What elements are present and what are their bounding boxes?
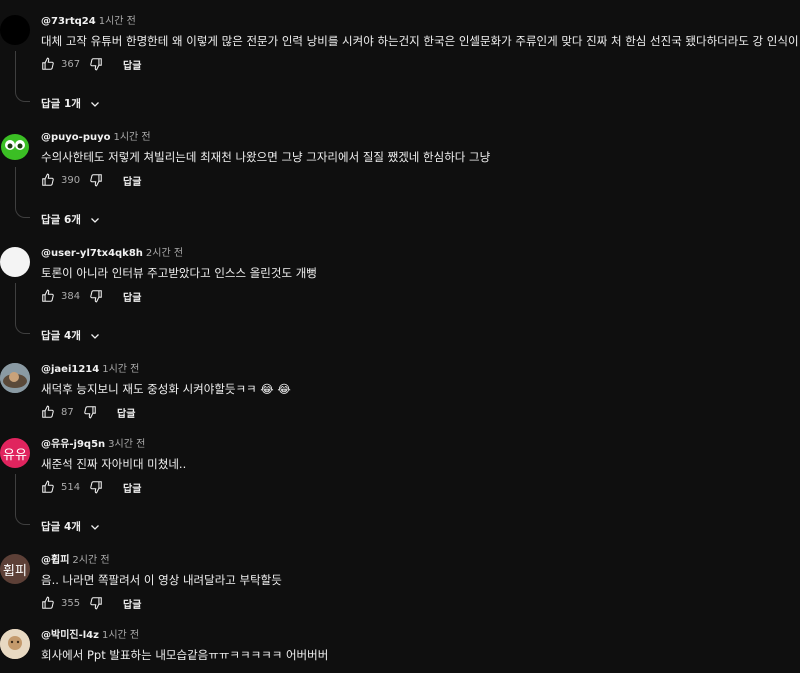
thumbs-up-icon (42, 173, 54, 186)
view-replies-button[interactable]: 답글 1개 (41, 96, 101, 111)
dislike-button[interactable] (89, 596, 103, 610)
comment-time[interactable]: 3시간 전 (108, 439, 145, 450)
like-count: 367 (61, 58, 81, 70)
reply-button[interactable]: 답글 (123, 480, 141, 495)
thumbs-down-icon (90, 481, 102, 494)
chevron-down-icon (91, 524, 99, 530)
author-name[interactable]: @박미진-l4z (41, 630, 99, 641)
comment-text: 토론이 아니라 인터뷰 주고받았다고 인스스 올린것도 개뻥 (41, 266, 317, 280)
dislike-button[interactable] (89, 173, 103, 187)
like-count: 384 (61, 290, 81, 302)
comment-actions: 355 답글 (41, 594, 141, 612)
photo-avatar-icon (0, 363, 30, 393)
comment-actions: 514 답글 (41, 478, 141, 496)
thumbs-down-icon (90, 174, 102, 187)
thumbs-up-icon (42, 405, 54, 418)
reply-button[interactable]: 답글 (123, 596, 141, 611)
chevron-down-icon (91, 217, 99, 223)
replies-count: 답글 4개 (41, 330, 81, 342)
green-blob-avatar-icon (1, 134, 29, 160)
author-name[interactable]: @jaei1214 (41, 364, 99, 375)
like-count: 390 (61, 174, 81, 186)
comment-meta: @puyo-puyo 1시간 전 (41, 131, 151, 145)
author-name[interactable]: @유유-j9q5n (41, 439, 105, 450)
avatar[interactable] (0, 363, 30, 393)
thumbs-down-icon (90, 58, 102, 71)
like-button[interactable]: 367 (41, 57, 81, 71)
thumbs-down-icon (90, 290, 102, 303)
comment-meta: @user-yl7tx4qk8h 2시간 전 (41, 247, 183, 261)
dislike-button[interactable] (89, 57, 103, 71)
comment-text: 음.. 나라면 쪽팔려서 이 영상 내려달라고 부탁할듯 (41, 573, 282, 587)
author-name[interactable]: @puyo-puyo (41, 132, 110, 143)
thumbs-up-icon (42, 480, 54, 493)
comment-text: 새준석 진짜 자아비대 미쳤네.. (41, 457, 187, 471)
dislike-button[interactable] (83, 405, 97, 419)
thumbs-up-icon (42, 596, 54, 609)
reply-button[interactable]: 답글 (123, 289, 141, 304)
thread-line (15, 51, 30, 102)
avatar[interactable] (0, 15, 30, 45)
comment-time[interactable]: 1시간 전 (102, 630, 139, 641)
thumbs-up-icon (42, 289, 54, 302)
view-replies-button[interactable]: 답글 4개 (41, 328, 101, 343)
chevron-down-icon (91, 101, 99, 107)
comment-actions: 367 답글 (41, 55, 141, 73)
comment-meta: @휩피 2시간 전 (41, 554, 110, 568)
thumbs-up-icon (42, 57, 54, 70)
like-button[interactable]: 87 (41, 405, 75, 419)
thread-line (15, 474, 30, 525)
photo-avatar-icon (0, 629, 30, 659)
comment-meta: @73rtq24 1시간 전 (41, 15, 136, 29)
dislike-button[interactable] (89, 289, 103, 303)
comment-meta: @유유-j9q5n 3시간 전 (41, 438, 145, 452)
like-button[interactable]: 514 (41, 480, 81, 494)
replies-count: 답글 4개 (41, 521, 81, 533)
author-name[interactable]: @user-yl7tx4qk8h (41, 248, 143, 259)
comment-text: 회사에서 Ppt 발표하는 내모습같음ㅠㅠㅋㅋㅋㅋㅋ 어버버버 (41, 648, 329, 662)
avatar[interactable] (0, 629, 30, 659)
replies-count: 답글 6개 (41, 214, 81, 226)
comment-time[interactable]: 1시간 전 (102, 364, 139, 375)
like-count: 355 (61, 597, 81, 609)
comment-text: 대체 고작 유튜버 한명한테 왜 이렇게 많은 전문가 인력 낭비를 시켜야 하… (41, 34, 800, 48)
comment-time[interactable]: 1시간 전 (99, 16, 136, 27)
thread-line (15, 167, 30, 218)
view-replies-button[interactable]: 답글 6개 (41, 212, 101, 227)
thumbs-down-icon (84, 406, 96, 419)
like-button[interactable]: 384 (41, 289, 81, 303)
author-name[interactable]: @73rtq24 (41, 16, 96, 27)
comment-meta: @jaei1214 1시간 전 (41, 363, 139, 377)
reply-button[interactable]: 답글 (123, 57, 141, 72)
thread-line (15, 283, 30, 334)
view-replies-button[interactable]: 답글 4개 (41, 519, 101, 534)
avatar-initials: 휩피 (3, 563, 27, 579)
comment-actions: 87 답글 (41, 403, 135, 421)
thumbs-down-icon (90, 597, 102, 610)
chevron-down-icon (91, 333, 99, 339)
like-count: 514 (61, 481, 81, 493)
like-count: 87 (61, 406, 74, 418)
avatar[interactable]: 유유 (0, 438, 30, 468)
replies-count: 답글 1개 (41, 98, 81, 110)
author-name[interactable]: @휩피 (41, 555, 69, 566)
avatar[interactable] (0, 131, 30, 161)
comment-time[interactable]: 1시간 전 (113, 132, 150, 143)
comment-actions: 390 답글 (41, 171, 141, 189)
comment-text: 수의사한테도 저렇게 쳐빌리는데 최재천 나왔으면 그냥 그자리에서 질질 쨌겠… (41, 150, 491, 164)
avatar-initials: 유유 (3, 447, 27, 463)
comment-time[interactable]: 2시간 전 (72, 555, 109, 566)
comment-meta: @박미진-l4z 1시간 전 (41, 629, 139, 643)
comment-time[interactable]: 2시간 전 (146, 248, 183, 259)
comment-text: 새덕후 능지보니 재도 중성화 시켜야할듯ㅋㅋ 😂 😂 (41, 382, 291, 396)
avatar[interactable] (0, 247, 30, 277)
like-button[interactable]: 390 (41, 173, 81, 187)
avatar[interactable]: 휩피 (0, 554, 30, 584)
reply-button[interactable]: 답글 (117, 405, 135, 420)
dislike-button[interactable] (89, 480, 103, 494)
comment-actions: 384 답글 (41, 287, 141, 305)
reply-button[interactable]: 답글 (123, 173, 141, 188)
like-button[interactable]: 355 (41, 596, 81, 610)
